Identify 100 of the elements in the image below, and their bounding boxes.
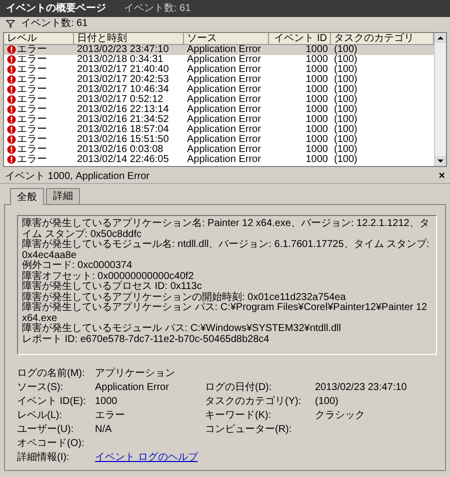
event-row[interactable]: エラー 2013/02/23 23:47:10 Application Error 1000 (100) (4, 44, 434, 55)
date-text: 2013/02/17 0:52:12 (77, 94, 164, 105)
source-text: Application Error (187, 124, 261, 135)
field-value: (100) (315, 395, 338, 408)
page-title: イベントの概要ページ (6, 2, 106, 16)
source-text: Application Error (187, 74, 261, 85)
error-icon (7, 85, 16, 94)
source-text: Application Error (187, 144, 261, 155)
level-text: エラー (17, 94, 47, 105)
event-id-text: 1000 (306, 84, 328, 95)
category-text: (100) (334, 74, 358, 85)
event-id-text: 1000 (306, 54, 328, 65)
level-text: エラー (17, 74, 47, 85)
source-text: Application Error (187, 104, 261, 115)
message-line: 障害オフセット: 0x00000000000c40f2 (22, 272, 195, 282)
field-label: ログの名前(M): (17, 367, 85, 380)
field-label: レベル(L): (17, 409, 62, 422)
category-text: (100) (334, 154, 358, 165)
field-value: 1000 (95, 395, 118, 408)
error-icon (7, 115, 16, 124)
category-text: (100) (334, 44, 358, 55)
source-text: Application Error (187, 84, 261, 95)
level-text: エラー (17, 154, 47, 165)
scrollbar[interactable] (434, 32, 446, 166)
category-text: (100) (334, 54, 358, 65)
field-label: ソース(S): (17, 381, 64, 394)
tab[interactable]: 詳細 (46, 188, 80, 205)
message-line: レポート ID: e670e578-7dc7-11e2-b70c-50465d8b28c4 (22, 334, 270, 345)
date-text: 2013/02/16 0:03:08 (77, 144, 164, 155)
column-header[interactable]: タスクのカテゴリ (331, 32, 434, 45)
level-text: エラー (17, 44, 47, 55)
field-label: ユーザー(U): (17, 423, 74, 436)
help-link[interactable]: イベント ログのヘルプ (95, 451, 198, 464)
event-id-text: 1000 (306, 44, 328, 55)
category-text: (100) (334, 104, 358, 115)
scroll-up-icon[interactable] (435, 32, 446, 43)
category-text: (100) (334, 64, 358, 75)
tab[interactable]: 全般 (10, 188, 44, 205)
field-value: N/A (95, 423, 112, 436)
message-line: 障害が発生しているアプリケーション パス: C:¥Program Files¥Corel¥Painter12¥Painter 12 x64.exe (22, 303, 428, 324)
column-header[interactable]: イベント ID (269, 32, 331, 45)
scroll-down-icon[interactable] (435, 156, 446, 166)
error-icon (7, 125, 16, 134)
event-id-text: 1000 (306, 114, 328, 125)
field-label: キーワード(K): (205, 409, 272, 422)
field-label: オペコード(O): (17, 437, 84, 450)
message-line: 例外コード: 0xc0000374 (22, 261, 134, 271)
field-value: クラシック (315, 409, 365, 422)
error-icon (7, 95, 16, 104)
field-label: コンピューター(R): (205, 423, 292, 436)
event-id-text: 1000 (306, 94, 328, 105)
level-text: エラー (17, 144, 47, 155)
level-text: エラー (17, 134, 47, 145)
date-text: 2013/02/16 21:34:52 (77, 114, 169, 125)
message-line: 障害が発生しているアプリケーションの開始時刻: 0x01ce11d232a754ea (22, 292, 347, 302)
error-icon (7, 155, 16, 164)
message-line: 障害が発生しているモジュール名: ntdll.dll、バージョン: 6.1.7601.17725、タイム スタンプ: 0x4ec4aa8e (22, 240, 430, 260)
event-id-text: 1000 (306, 64, 328, 75)
category-text: (100) (334, 114, 358, 125)
field-label: ログの日付(D): (205, 381, 272, 394)
error-icon (7, 65, 16, 74)
field-label: イベント ID(E): (17, 395, 86, 408)
source-text: Application Error (187, 94, 261, 105)
event-id-text: 1000 (306, 104, 328, 115)
date-text: 2013/02/17 10:46:34 (77, 84, 169, 95)
error-icon (7, 45, 16, 54)
close-button[interactable]: × (438, 171, 445, 182)
date-text: 2013/02/23 23:47:10 (77, 44, 169, 55)
field-value: 2013/02/23 23:47:10 (315, 381, 407, 394)
error-icon (7, 135, 16, 144)
message-line: 障害が発生しているプロセス ID: 0x113c (22, 282, 203, 292)
category-text: (100) (334, 134, 358, 145)
event-count: イベント数: 61 (124, 2, 191, 16)
error-icon (7, 105, 16, 114)
filter-icon[interactable] (6, 20, 15, 28)
date-text: 2013/02/16 18:57:04 (77, 124, 169, 135)
category-text: (100) (334, 144, 358, 155)
source-text: Application Error (187, 134, 261, 145)
error-icon (7, 145, 16, 154)
column-header[interactable]: レベル (4, 32, 74, 45)
message-line: 障害が発生しているアプリケーション名: Painter 12 x64.exe、バージョン: 12.2.1.1212、タイム スタンプ: 0x50c8ddfc (22, 219, 430, 240)
date-text: 2013/02/16 15:51:50 (77, 134, 169, 145)
event-id-text: 1000 (306, 154, 328, 165)
field-value: エラー (95, 409, 125, 422)
source-text: Application Error (187, 114, 261, 125)
date-text: 2013/02/14 22:46:05 (77, 154, 169, 165)
level-text: エラー (17, 84, 47, 95)
field-value: アプリケーション (95, 367, 175, 380)
column-header[interactable]: ソース (184, 32, 269, 45)
source-text: Application Error (187, 44, 261, 55)
level-text: エラー (17, 54, 47, 65)
field-label: 詳細情報(I): (17, 451, 70, 464)
error-icon (7, 75, 16, 84)
date-text: 2013/02/17 20:42:53 (77, 74, 169, 85)
event-id-text: 1000 (306, 144, 328, 155)
field-value: Application Error (95, 381, 169, 394)
detail-title: イベント 1000, Application Error (5, 171, 150, 182)
source-text: Application Error (187, 64, 261, 75)
category-text: (100) (334, 124, 358, 135)
event-id-text: 1000 (306, 134, 328, 145)
